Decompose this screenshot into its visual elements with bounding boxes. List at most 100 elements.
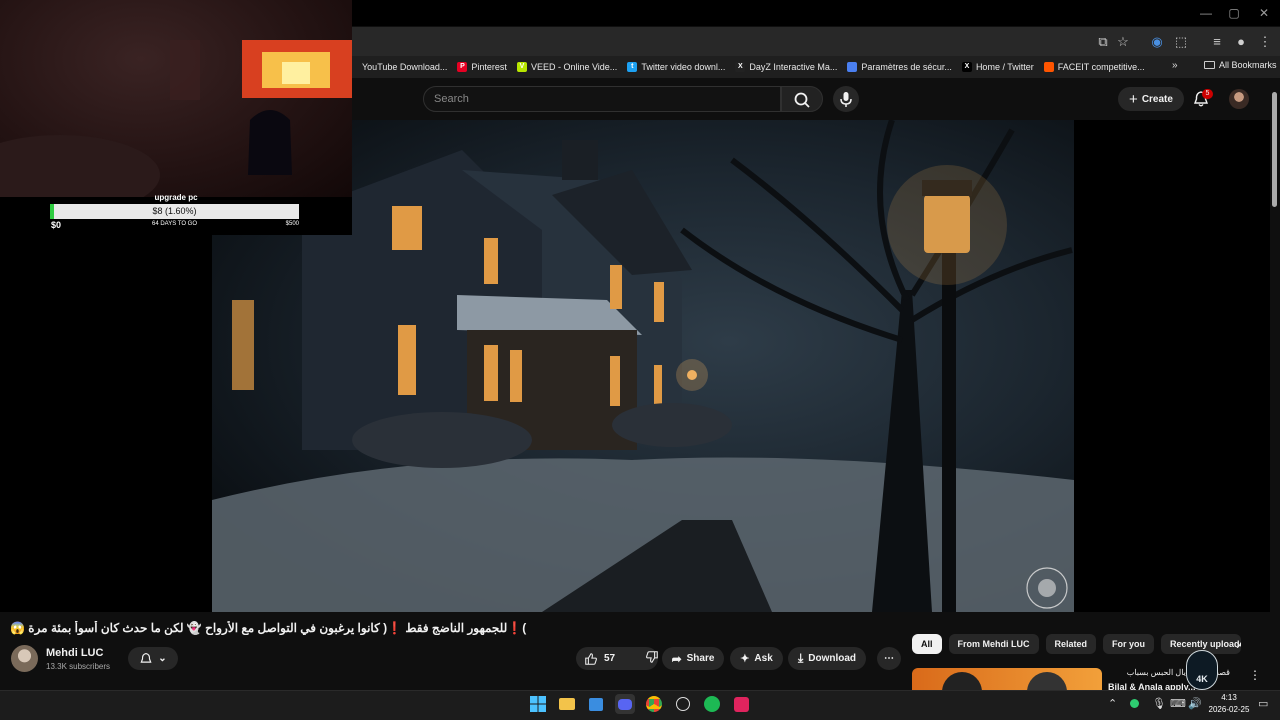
profile-icon[interactable]: ● [1232, 33, 1250, 51]
bookmarks-bar: YouTube Download... P Pinterest V VEED - Onl… [352, 56, 1280, 78]
account-avatar[interactable] [1229, 89, 1249, 109]
bookmark-item[interactable]: t Twitter video downl... [627, 62, 725, 72]
recommendation-chips: All From Mehdi LUC Related For you Recen… [912, 634, 1242, 654]
close-icon[interactable]: ✕ [1250, 5, 1278, 21]
chip-for-you[interactable]: For you [1103, 634, 1155, 654]
bookmark-item[interactable]: P Pinterest [457, 62, 507, 72]
bookmark-label: Paramètres de sécur... [861, 62, 952, 72]
goal-progress-text: $8 (1.60%) [152, 206, 197, 216]
bookmark-label: Home / Twitter [975, 62, 1034, 72]
sparkle-icon: ✦ [740, 653, 750, 665]
mic-tray-icon[interactable]: 🎙 [1152, 697, 1166, 710]
recommended-video-thumbnail[interactable] [912, 668, 1102, 690]
bookmark-label: YouTube Download... [362, 62, 448, 72]
bookmark-label: Pinterest [471, 62, 507, 72]
subscriber-count: 13.3K subscribers [46, 662, 111, 671]
ask-button[interactable]: ✦ Ask [730, 647, 783, 670]
download-button[interactable]: ⤓ Download [788, 647, 866, 670]
status-dot-icon[interactable] [1130, 699, 1139, 708]
bookmark-label: VEED - Online Vide... [530, 62, 618, 72]
bookmark-item[interactable]: X DayZ Interactive Ma... [735, 62, 837, 72]
discord-icon[interactable] [615, 694, 635, 714]
bookmark-star-icon[interactable]: ☆ [1114, 33, 1132, 51]
goal-days-left: 64 DAYS TO GO [151, 221, 198, 227]
thumbnail-face [1027, 672, 1067, 690]
install-app-icon[interactable]: ⧉ [1094, 33, 1112, 51]
clock-date[interactable]: 2026-02-25 [1206, 705, 1252, 714]
search-icon [794, 92, 810, 108]
create-button[interactable]: + Create [1118, 87, 1184, 111]
more-actions-button[interactable]: ⋯ [877, 647, 901, 670]
channel-name[interactable]: Mehdi LUC [46, 647, 103, 659]
like-dislike-group: 57 [576, 647, 658, 670]
chevron-down-icon: ⌄ [158, 653, 167, 664]
thumbs-down-icon [646, 651, 658, 663]
bookmark-favicon-icon: P [457, 62, 468, 72]
voice-search-button[interactable] [833, 86, 859, 112]
spotify-icon[interactable] [702, 694, 722, 714]
extension-audio-icon[interactable]: ◉ [1148, 33, 1166, 51]
bookmark-label: Twitter video downl... [641, 62, 726, 72]
share-icon: ➦ [671, 651, 682, 666]
tray-overflow-icon[interactable]: ⌃ [1108, 697, 1117, 710]
subscription-bell-button[interactable]: ⌄ [128, 647, 178, 670]
more-bookmarks-icon[interactable]: » [1172, 60, 1178, 71]
plus-icon: + [1129, 90, 1138, 108]
dislike-button[interactable] [645, 650, 659, 667]
microphone-icon [840, 92, 852, 107]
maximize-icon[interactable]: ▢ [1220, 5, 1248, 21]
bookmark-item[interactable]: V VEED - Online Vide... [516, 62, 618, 72]
thumbnail-face [942, 672, 982, 690]
webcam-feed-image [0, 40, 352, 197]
chevron-right-icon[interactable]: › [1236, 636, 1241, 652]
goal-end-amount: $500 [285, 221, 299, 227]
bookmark-favicon-icon [1043, 62, 1054, 72]
chip-all[interactable]: All [912, 634, 942, 654]
bookmark-item[interactable]: YouTube Download... [362, 62, 447, 72]
all-bookmarks-button[interactable]: All Bookmarks [1204, 60, 1277, 70]
thumbs-up-icon [585, 652, 597, 665]
app-red-icon[interactable] [731, 694, 751, 714]
like-button[interactable]: 57 [584, 652, 615, 666]
app-icon[interactable] [673, 694, 693, 714]
scrollbar-thumb[interactable] [1272, 92, 1277, 207]
video-title: )❗للجمهور الناضج فقط ❗( كانوا يرغبون في … [10, 621, 527, 635]
channel-avatar[interactable] [11, 645, 38, 672]
bookmark-item[interactable]: FACEIT competitive... [1043, 62, 1145, 72]
browser-menu-icon[interactable]: ⋮ [1256, 33, 1274, 51]
4k-badge: 4K [1186, 650, 1218, 690]
bookmark-item[interactable]: X Home / Twitter [961, 62, 1034, 72]
more-horizontal-icon: ⋯ [884, 653, 894, 664]
bookmark-favicon-icon [847, 62, 858, 72]
bookmark-favicon-icon: X [735, 62, 746, 72]
share-button[interactable]: ➦ Share [662, 647, 724, 670]
download-icon: ⤓ [797, 651, 804, 665]
chip-related[interactable]: Related [1045, 634, 1097, 654]
address-bar[interactable]: ⧉ ☆ ◉ ⬚ ≡ ● ⋮ [352, 27, 1280, 56]
bookmark-label: FACEIT competitive... [1057, 62, 1145, 72]
network-icon[interactable]: ⌨ [1170, 697, 1186, 710]
bookmark-favicon-icon: V [516, 62, 527, 72]
extensions-icon[interactable]: ⬚ [1172, 33, 1190, 51]
search-input[interactable]: Search [423, 86, 781, 112]
bookmark-favicon-icon: t [627, 62, 638, 72]
notification-badge: 5 [1202, 89, 1213, 99]
more-vertical-icon[interactable]: ⋮ [1249, 668, 1261, 682]
clock-time[interactable]: 4:13 [1206, 693, 1252, 702]
notification-center-icon[interactable]: ▭ [1258, 697, 1268, 710]
media-control-icon[interactable]: ≡ [1208, 33, 1226, 51]
bell-icon [140, 652, 152, 663]
folder-icon [1204, 61, 1215, 69]
goal-title: upgrade pc [154, 193, 198, 202]
chip-from-channel[interactable]: From Mehdi LUC [948, 634, 1039, 654]
file-explorer-icon[interactable] [557, 694, 577, 714]
minimize-icon[interactable]: — [1192, 5, 1220, 21]
bookmark-favicon-icon: X [961, 62, 972, 72]
bookmark-item[interactable]: Paramètres de sécur... [847, 62, 952, 72]
store-icon[interactable] [586, 694, 606, 714]
chrome-icon[interactable] [644, 694, 664, 714]
search-button[interactable] [781, 86, 823, 112]
windows-start-icon[interactable] [528, 694, 548, 714]
bookmark-label: DayZ Interactive Ma... [749, 62, 838, 72]
volume-icon[interactable]: 🔊 [1188, 697, 1202, 710]
